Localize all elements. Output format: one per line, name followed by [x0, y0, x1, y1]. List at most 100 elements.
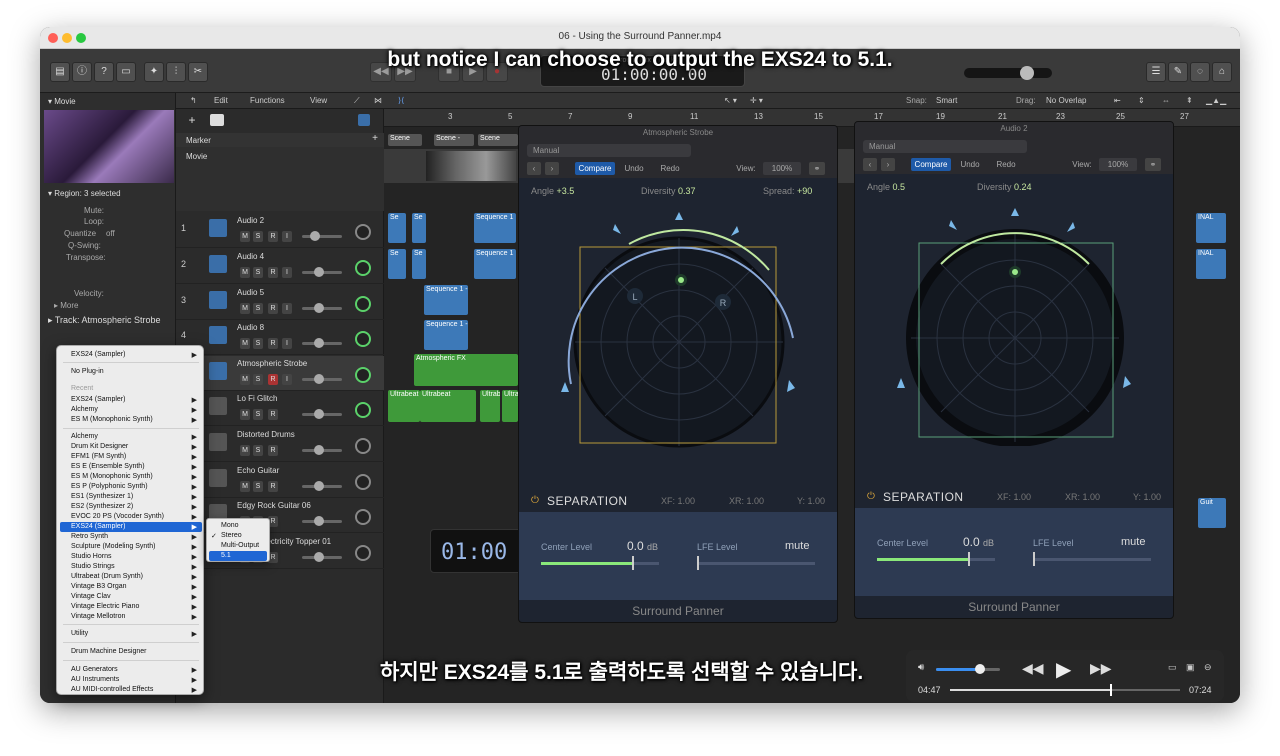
center-level-value[interactable]: 0.0: [963, 535, 980, 549]
track-pan-knob[interactable]: [355, 296, 371, 312]
center-level-slider[interactable]: [541, 556, 659, 570]
undo-button[interactable]: Undo: [955, 158, 985, 171]
track-name[interactable]: Echo Guitar: [237, 466, 279, 475]
track-name[interactable]: Lo Fi Glitch: [237, 394, 277, 403]
arrange-region[interactable]: Se: [412, 213, 426, 243]
solo-button[interactable]: S: [253, 303, 263, 314]
link-icon[interactable]: ⚭: [1145, 158, 1161, 171]
lfe-level-value[interactable]: mute: [785, 540, 809, 552]
track-header[interactable]: 3 Audio 5 MSRI: [176, 285, 384, 320]
catch-icon[interactable]: ⟩⟨: [398, 96, 404, 105]
mute-button[interactable]: M: [240, 338, 250, 349]
redo-button[interactable]: Redo: [655, 162, 685, 175]
marker-scene-3[interactable]: Scene: [478, 134, 518, 146]
fit-icon[interactable]: ⇕: [1138, 96, 1145, 105]
instrument-menu-item[interactable]: Vintage Mellotron: [71, 613, 125, 620]
arrange-region[interactable]: Se: [412, 249, 426, 279]
track-volume-knob[interactable]: [314, 338, 324, 348]
edit-menu[interactable]: Edit: [214, 96, 228, 105]
inspector-region-header[interactable]: ▾ Region: 3 selected: [48, 189, 121, 198]
center-level-slider[interactable]: [877, 552, 995, 566]
inspector-track-header[interactable]: ▸ Track: Atmospheric Strobe: [48, 315, 161, 326]
instrument-menu-item[interactable]: Vintage Clav: [71, 593, 111, 600]
center-level-handle[interactable]: [968, 552, 970, 566]
compare-button[interactable]: Compare: [575, 162, 615, 175]
xf-value[interactable]: XF: 1.00: [997, 492, 1031, 502]
instrument-menu-item[interactable]: EVOC 20 PS (Vocoder Synth): [71, 513, 164, 520]
track-volume-slider[interactable]: [302, 481, 342, 491]
pan-position-dot[interactable]: [678, 277, 684, 283]
undo-button[interactable]: Undo: [619, 162, 649, 175]
skip-back-icon[interactable]: ◀◀: [1022, 660, 1044, 677]
quantize-value[interactable]: off: [106, 229, 115, 238]
next-preset-button[interactable]: ›: [881, 158, 895, 171]
track-volume-knob[interactable]: [314, 552, 324, 562]
video-scrubber[interactable]: [1110, 684, 1112, 696]
xr-value[interactable]: XR: 1.00: [1065, 492, 1100, 502]
channel-format-option[interactable]: 5.1: [221, 552, 231, 559]
instrument-menu-item[interactable]: AU Generators: [71, 666, 118, 673]
track-header[interactable]: 6Lo Fi GlitchMSR: [176, 391, 384, 426]
track-pan-knob[interactable]: [355, 367, 371, 383]
captions-icon[interactable]: ▣: [1186, 662, 1195, 673]
duplicate-track-icon[interactable]: [210, 114, 224, 126]
lfe-level-handle[interactable]: [697, 556, 699, 570]
track-name[interactable]: Edgy Rock Guitar 06: [237, 501, 311, 510]
diversity-value[interactable]: 0.37: [678, 186, 696, 196]
record-enable-button[interactable]: R: [268, 303, 278, 314]
input-monitor-button[interactable]: I: [282, 267, 292, 278]
preset-dropdown[interactable]: Manual: [527, 144, 691, 157]
diversity-value[interactable]: 0.24: [1014, 182, 1032, 192]
record-enable-button[interactable]: R: [268, 338, 278, 349]
instrument-menu-item[interactable]: AU Instruments: [71, 676, 119, 683]
track-volume-knob[interactable]: [314, 516, 324, 526]
automation-icon[interactable]: ⟋: [354, 96, 360, 106]
angle-value[interactable]: 0.5: [893, 182, 906, 192]
track-pan-knob[interactable]: [355, 438, 371, 454]
link-icon[interactable]: ⚭: [809, 162, 825, 175]
instrument-menu-item[interactable]: Alchemy: [71, 433, 98, 440]
inspector-movie-header[interactable]: ▾ Movie: [48, 97, 76, 106]
xf-value[interactable]: XF: 1.00: [661, 496, 695, 506]
panner-field[interactable]: [895, 206, 1135, 446]
track-header[interactable]: 4 Audio 8 MSRI: [176, 320, 384, 355]
track-header[interactable]: 7Distorted DrumsMSR: [176, 427, 384, 462]
track-volume-knob[interactable]: [310, 231, 320, 241]
instrument-menu-item[interactable]: ES E (Ensemble Synth): [71, 463, 145, 470]
arrange-region[interactable]: Atmospheric FX: [414, 354, 518, 386]
track-volume-slider[interactable]: [302, 303, 342, 313]
view-menu[interactable]: View: [310, 96, 327, 105]
track-volume-knob[interactable]: [314, 409, 324, 419]
compare-button[interactable]: Compare: [911, 158, 951, 171]
instrument-menu-item[interactable]: ES P (Polyphonic Synth): [71, 483, 148, 490]
volume-knob[interactable]: [974, 664, 985, 674]
back-icon[interactable]: ↰: [190, 96, 197, 105]
arrange-region[interactable]: Ultra: [502, 390, 518, 422]
instrument-menu-item[interactable]: Retro Synth: [71, 533, 108, 540]
preset-dropdown[interactable]: Manual: [863, 140, 1027, 153]
instrument-menu-item[interactable]: Alchemy: [71, 406, 98, 413]
video-progress-bar[interactable]: [950, 684, 1180, 696]
instrument-menu-item[interactable]: No Plug-in: [71, 368, 104, 375]
solo-button[interactable]: S: [253, 267, 263, 278]
track-header[interactable]: 2 Audio 4 MSRI: [176, 249, 384, 284]
instrument-menu-item[interactable]: Drum Kit Designer: [71, 443, 128, 450]
track-volume-slider[interactable]: [302, 516, 342, 526]
track-volume-knob[interactable]: [314, 445, 324, 455]
input-monitor-button[interactable]: I: [282, 374, 292, 385]
record-enable-button[interactable]: R: [268, 409, 278, 420]
track-volume-knob[interactable]: [314, 303, 324, 313]
track-name[interactable]: Audio 5: [237, 288, 264, 297]
marker-scene-2[interactable]: Scene -: [434, 134, 474, 146]
track-volume-slider[interactable]: [302, 409, 342, 419]
pencil-tool-icon[interactable]: ✛ ▾: [750, 96, 763, 105]
more-disclosure[interactable]: ▸ More: [54, 301, 78, 310]
instrument-menu-item[interactable]: Vintage B3 Organ: [71, 583, 127, 590]
mute-button[interactable]: M: [240, 303, 250, 314]
zoom-in-icon[interactable]: ⇤: [1114, 96, 1121, 105]
redo-button[interactable]: Redo: [991, 158, 1021, 171]
airplay-icon[interactable]: ▭: [1168, 662, 1177, 673]
spread-value[interactable]: +90: [797, 186, 812, 196]
track-pan-knob[interactable]: [355, 402, 371, 418]
marker-scene-1[interactable]: Scene: [388, 134, 422, 146]
